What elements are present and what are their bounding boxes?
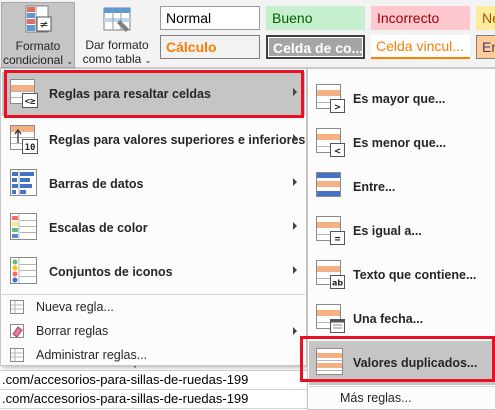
style-celda-vinculada[interactable]: Celda vincul... [371, 35, 470, 59]
svg-text:≠: ≠ [39, 18, 48, 31]
data-bars-icon [10, 169, 38, 198]
chevron-down-icon: ⌄ [144, 56, 152, 65]
menu-item-label: Reglas para valores superiores e inferio… [49, 133, 306, 147]
format-as-table-button[interactable]: Dar formato como tabla ⌄ [79, 2, 155, 68]
highlight-rules-submenu: > Es mayor que... < Es menor que... Entr… [307, 68, 495, 410]
submenu-item-label: Texto que contiene... [353, 268, 477, 282]
chevron-right-icon [293, 222, 297, 230]
submenu-item-label: Es menor que... [353, 136, 447, 150]
top-bottom-rules-icon: 10 [10, 125, 38, 154]
menu-item-color-scales[interactable]: Escalas de color [2, 206, 305, 250]
submenu-item-label: Más reglas... [340, 391, 412, 405]
style-normal[interactable]: Normal [160, 6, 260, 30]
chevron-right-icon [293, 178, 297, 186]
submenu-item-label: Es igual a... [353, 224, 422, 238]
icon-sets-icon [10, 257, 38, 286]
chevron-right-icon [293, 266, 297, 274]
submenu-item-label: Valores duplicados... [353, 356, 478, 370]
ribbon: ≠ Formato condicional ⌄ Dar formato como… [0, 0, 495, 68]
submenu-item-greater-than[interactable]: > Es mayor que... [309, 77, 495, 121]
svg-text:<≥: <≥ [25, 97, 36, 107]
menu-item-top-bottom-rules[interactable]: 10 Reglas para valores superiores e infe… [2, 118, 305, 162]
svg-text:10: 10 [25, 143, 36, 153]
submenu-item-more-rules[interactable]: Más reglas... [309, 387, 495, 409]
eraser-icon [10, 324, 24, 338]
submenu-item-duplicate-values[interactable]: Valores duplicados... [309, 341, 495, 385]
submenu-item-text-contains[interactable]: ab Texto que contiene... [309, 253, 495, 297]
duplicate-values-icon [316, 348, 346, 378]
menu-item-label: Conjuntos de iconos [49, 265, 173, 279]
svg-text:>: > [334, 102, 340, 113]
greater-than-icon: > [316, 84, 346, 114]
menu-item-highlight-rules[interactable]: <≥ Reglas para resaltar celdas [2, 72, 305, 116]
color-scales-icon [10, 213, 38, 242]
between-icon [316, 172, 346, 202]
style-calculo[interactable]: Cálculo [160, 35, 260, 59]
date-icon [316, 304, 346, 334]
format-table-label-2: como tabla ⌄ [82, 52, 152, 66]
format-table-icon [102, 4, 132, 36]
menu-item-manage-rules[interactable]: Administrar reglas... [2, 343, 305, 367]
svg-text:<: < [334, 146, 340, 157]
highlight-rules-icon: <≥ [10, 79, 38, 108]
menu-item-data-bars[interactable]: Barras de datos [2, 162, 305, 206]
conditional-format-menu: <≥ Reglas para resaltar celdas 10 Reglas… [0, 68, 307, 366]
submenu-item-less-than[interactable]: < Es menor que... [309, 121, 495, 165]
chevron-right-icon [293, 134, 297, 142]
format-table-label-1: Dar formato [85, 38, 149, 52]
style-incorrecto[interactable]: Incorrecto [371, 6, 470, 30]
style-bueno[interactable]: Bueno [266, 6, 365, 30]
submenu-item-label: Es mayor que... [353, 92, 446, 106]
new-rule-icon [10, 300, 24, 314]
submenu-item-between[interactable]: Entre... [309, 165, 495, 209]
menu-item-new-rule[interactable]: Nueva regla... [2, 295, 305, 319]
chevron-right-icon [293, 88, 297, 96]
submenu-item-label: Una fecha... [353, 312, 424, 326]
menu-item-label: Administrar reglas... [36, 348, 148, 362]
menu-item-label: Escalas de color [49, 221, 148, 235]
svg-text:ab: ab [332, 279, 343, 288]
menu-item-label: Reglas para resaltar celdas [49, 87, 211, 101]
manage-rules-icon [10, 348, 24, 362]
conditional-format-button[interactable]: ≠ Formato condicional ⌄ [1, 2, 75, 68]
style-neutral[interactable]: Ne [476, 6, 495, 30]
menu-item-icon-sets[interactable]: Conjuntos de iconos [2, 250, 305, 294]
conditional-format-label-1: Formato [15, 39, 61, 53]
menu-item-label: Barras de datos [49, 177, 144, 191]
svg-text:=: = [334, 234, 340, 245]
menu-item-label: Borrar reglas [36, 324, 109, 338]
conditional-format-icon: ≠ [23, 5, 53, 37]
chevron-down-icon: ⌄ [66, 57, 74, 66]
equal-to-icon: = [316, 216, 346, 246]
style-entrada[interactable]: En [476, 35, 495, 59]
menu-item-label: Nueva regla... [36, 300, 114, 314]
submenu-item-equal-to[interactable]: = Es igual a... [309, 209, 495, 253]
submenu-item-label: Entre... [353, 180, 396, 194]
conditional-format-label-2: condicional ⌄ [2, 53, 74, 67]
text-contains-icon: ab [316, 260, 346, 290]
less-than-icon: < [316, 128, 346, 158]
style-celda-comprobacion[interactable]: Celda de co... [266, 35, 365, 59]
submenu-item-date[interactable]: Una fecha... [309, 297, 495, 341]
chevron-right-icon [293, 327, 297, 335]
menu-item-clear-rules[interactable]: Borrar reglas [2, 319, 305, 343]
